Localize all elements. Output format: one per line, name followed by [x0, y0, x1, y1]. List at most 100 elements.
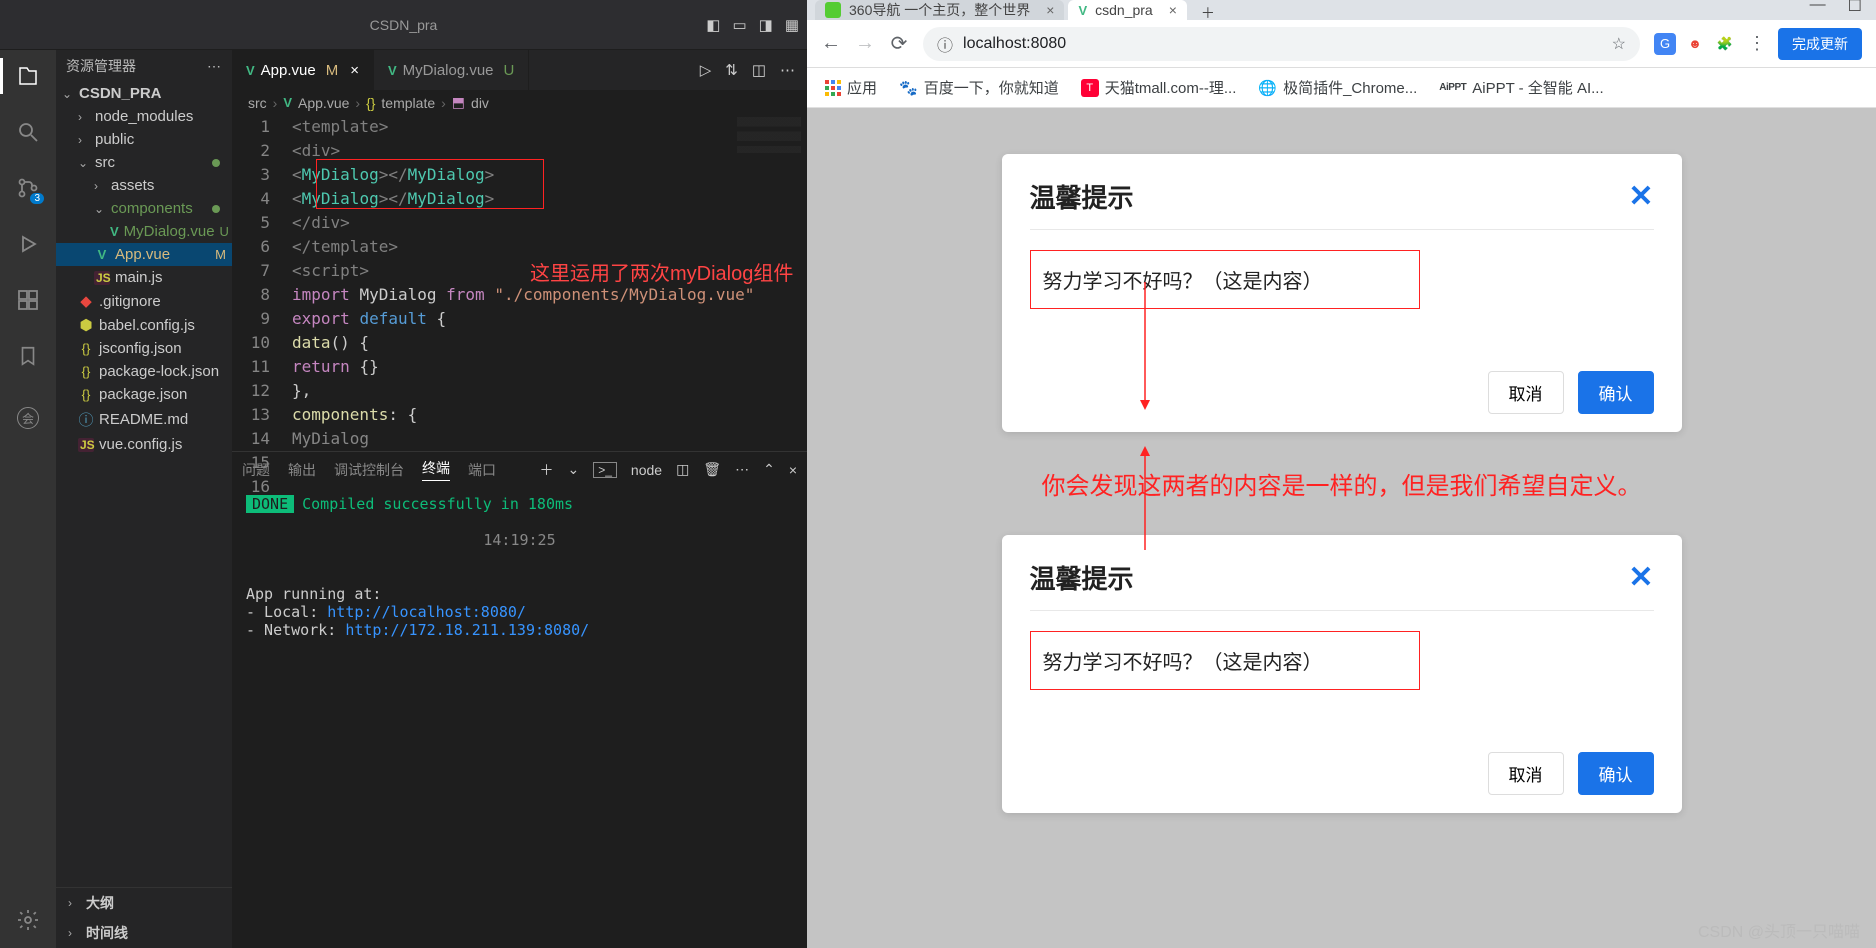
maximize-icon[interactable]: ⌃ — [763, 461, 775, 478]
file-jsconfig[interactable]: {}jsconfig.json — [56, 337, 232, 360]
bookmark-tmall[interactable]: T天猫tmall.com--理... — [1081, 77, 1237, 98]
layout-left-icon[interactable]: ◧ — [706, 16, 720, 34]
split-icon[interactable]: ◫ — [752, 61, 766, 79]
layout-bottom-icon[interactable]: ▭ — [732, 16, 746, 34]
dialog-title: 温馨提示 — [1030, 559, 1134, 596]
apps-shortcut[interactable]: 应用 — [825, 77, 877, 98]
ext-icon[interactable]: G — [1654, 33, 1676, 55]
tab-terminal[interactable]: 终端 — [422, 458, 450, 481]
project-root[interactable]: ⌄ CSDN_PRA — [56, 82, 232, 105]
browser-tab-1[interactable]: 360导航 一个主页，整个世界× — [815, 0, 1064, 20]
outline-section[interactable]: ›大纲 — [56, 888, 232, 918]
git-icon: ◆ — [78, 292, 94, 310]
breadcrumb[interactable]: src› VApp.vue› {}template› ⬒div — [232, 90, 807, 115]
run-debug-icon[interactable] — [14, 230, 42, 258]
folder-components[interactable]: ⌄components — [56, 197, 232, 220]
timeline-section[interactable]: ›时间线 — [56, 918, 232, 948]
close-icon[interactable]: ✕ — [1628, 179, 1653, 214]
file-readme[interactable]: ⓘREADME.md — [56, 406, 232, 433]
compare-icon[interactable]: ⇅ — [725, 61, 738, 79]
vscode-body: 3 会 资源管理器 ⋯ ⌄ CSDN_PRA ›node_modules ›pu… — [0, 50, 807, 948]
forward-icon[interactable]: → — [855, 32, 875, 55]
tab-output[interactable]: 输出 — [288, 460, 316, 480]
modified-dot-icon — [212, 159, 220, 167]
file-pkg[interactable]: {}package.json — [56, 383, 232, 406]
split-icon[interactable]: ◫ — [676, 461, 689, 478]
tab-mydialog[interactable]: VMyDialog.vueU — [374, 50, 529, 90]
cancel-button[interactable]: 取消 — [1488, 371, 1564, 414]
shell-icon[interactable]: >_ — [593, 462, 617, 478]
modified-dot-icon — [212, 205, 220, 213]
file-babel[interactable]: ⬢babel.config.js — [56, 313, 232, 337]
maximize-icon[interactable]: ☐ — [1848, 0, 1862, 16]
ext-icon[interactable]: ☻ — [1684, 33, 1706, 55]
close-icon[interactable]: ✕ — [1628, 560, 1653, 595]
file-gitignore[interactable]: ◆.gitignore — [56, 289, 232, 313]
bookmark-baidu[interactable]: 🐾百度一下，你就知道 — [899, 77, 1059, 98]
minimap[interactable] — [737, 117, 801, 237]
puzzle-icon[interactable]: 🧩 — [1714, 33, 1736, 55]
bookmark-chrome[interactable]: 🌐极简插件_Chrome... — [1258, 77, 1417, 98]
file-vueconfig[interactable]: JSvue.config.js — [56, 433, 232, 456]
trash-icon[interactable]: 🗑 — [703, 461, 721, 478]
settings-icon[interactable] — [14, 906, 42, 934]
close-icon[interactable]: × — [350, 62, 359, 79]
annotation-arrow-up — [1135, 446, 1155, 550]
search-icon[interactable] — [14, 118, 42, 146]
code-editor[interactable]: 12345678910111213141516 <template> <div>… — [232, 115, 807, 451]
favicon-icon: AiPPT — [1439, 82, 1466, 93]
more-icon[interactable]: ⋯ — [735, 461, 749, 478]
more-icon[interactable]: ⋯ — [207, 58, 222, 75]
browser-tab-2[interactable]: Vcsdn_pra× — [1068, 0, 1186, 20]
favicon-icon: 🌐 — [1258, 79, 1277, 97]
file-mainjs[interactable]: JSmain.js — [56, 266, 232, 289]
update-button[interactable]: 完成更新 — [1778, 28, 1862, 60]
bookmark-icon[interactable] — [14, 342, 42, 370]
terminal-content[interactable]: DONECompiled successfully in 180ms 14:19… — [232, 487, 807, 647]
new-tab-button[interactable]: ＋ — [1191, 6, 1225, 20]
tab-ports[interactable]: 端口 — [468, 460, 496, 480]
layout-right-icon[interactable]: ◨ — [759, 16, 773, 34]
run-icon[interactable]: ▷ — [700, 61, 712, 79]
close-icon[interactable]: × — [789, 462, 797, 478]
explorer-icon[interactable] — [14, 62, 42, 90]
customize-icon[interactable]: ▦ — [785, 16, 799, 34]
local-url[interactable]: http://localhost:8080/ — [327, 603, 526, 621]
file-appvue[interactable]: VApp.vueM — [56, 243, 232, 266]
confirm-button[interactable]: 确认 — [1578, 371, 1654, 414]
terminal-panel: 问题 输出 调试控制台 终端 端口 ＋⌄ >_ node ◫ 🗑 ⋯ ⌃ × — [232, 451, 807, 948]
source-control-icon[interactable]: 3 — [14, 174, 42, 202]
new-terminal-icon[interactable]: ＋ — [539, 460, 553, 480]
more-icon[interactable]: ⋯ — [780, 61, 795, 79]
cancel-button[interactable]: 取消 — [1488, 752, 1564, 795]
folder-node-modules[interactable]: ›node_modules — [56, 105, 232, 128]
close-icon[interactable]: × — [1169, 2, 1177, 18]
network-url[interactable]: http://172.18.211.139:8080/ — [345, 621, 589, 639]
extensions-icon[interactable] — [14, 286, 42, 314]
close-icon[interactable]: × — [1046, 2, 1054, 18]
dropdown-icon[interactable]: ⌄ — [567, 461, 579, 478]
reload-icon[interactable]: ⟳ — [889, 31, 909, 56]
tab-debug[interactable]: 调试控制台 — [334, 460, 404, 480]
brackets-icon: ⬒ — [452, 94, 465, 111]
file-mydialog[interactable]: VMyDialog.vueU — [56, 220, 232, 243]
hui-icon[interactable]: 会 — [14, 404, 42, 432]
minimize-icon[interactable]: — — [1810, 0, 1826, 16]
tab-appvue[interactable]: VApp.vueM× — [232, 50, 374, 91]
file-pkglock[interactable]: {}package-lock.json — [56, 360, 232, 383]
editor-group: VApp.vueM× VMyDialog.vueU ▷ ⇅ ◫ ⋯ src› V… — [232, 50, 807, 948]
info-icon[interactable]: ⓘ — [937, 32, 953, 56]
js-icon: JS — [78, 438, 94, 452]
back-icon[interactable]: ← — [821, 32, 841, 55]
star-icon[interactable]: ☆ — [1612, 34, 1626, 54]
folder-src[interactable]: ⌄src — [56, 151, 232, 174]
bookmark-aippt[interactable]: AiPPTAiPPT - 全智能 AI... — [1439, 77, 1603, 98]
folder-public[interactable]: ›public — [56, 128, 232, 151]
dialog-title: 温馨提示 — [1030, 178, 1134, 215]
annotation-text: 你会发现这两者的内容是一样的，但是我们希望自定义。 — [1042, 466, 1642, 501]
favicon-icon — [825, 2, 841, 18]
running-label: App running at: — [246, 585, 793, 603]
url-bar[interactable]: ⓘ localhost:8080 ☆ — [923, 27, 1640, 61]
folder-assets[interactable]: ›assets — [56, 174, 232, 197]
confirm-button[interactable]: 确认 — [1578, 752, 1654, 795]
